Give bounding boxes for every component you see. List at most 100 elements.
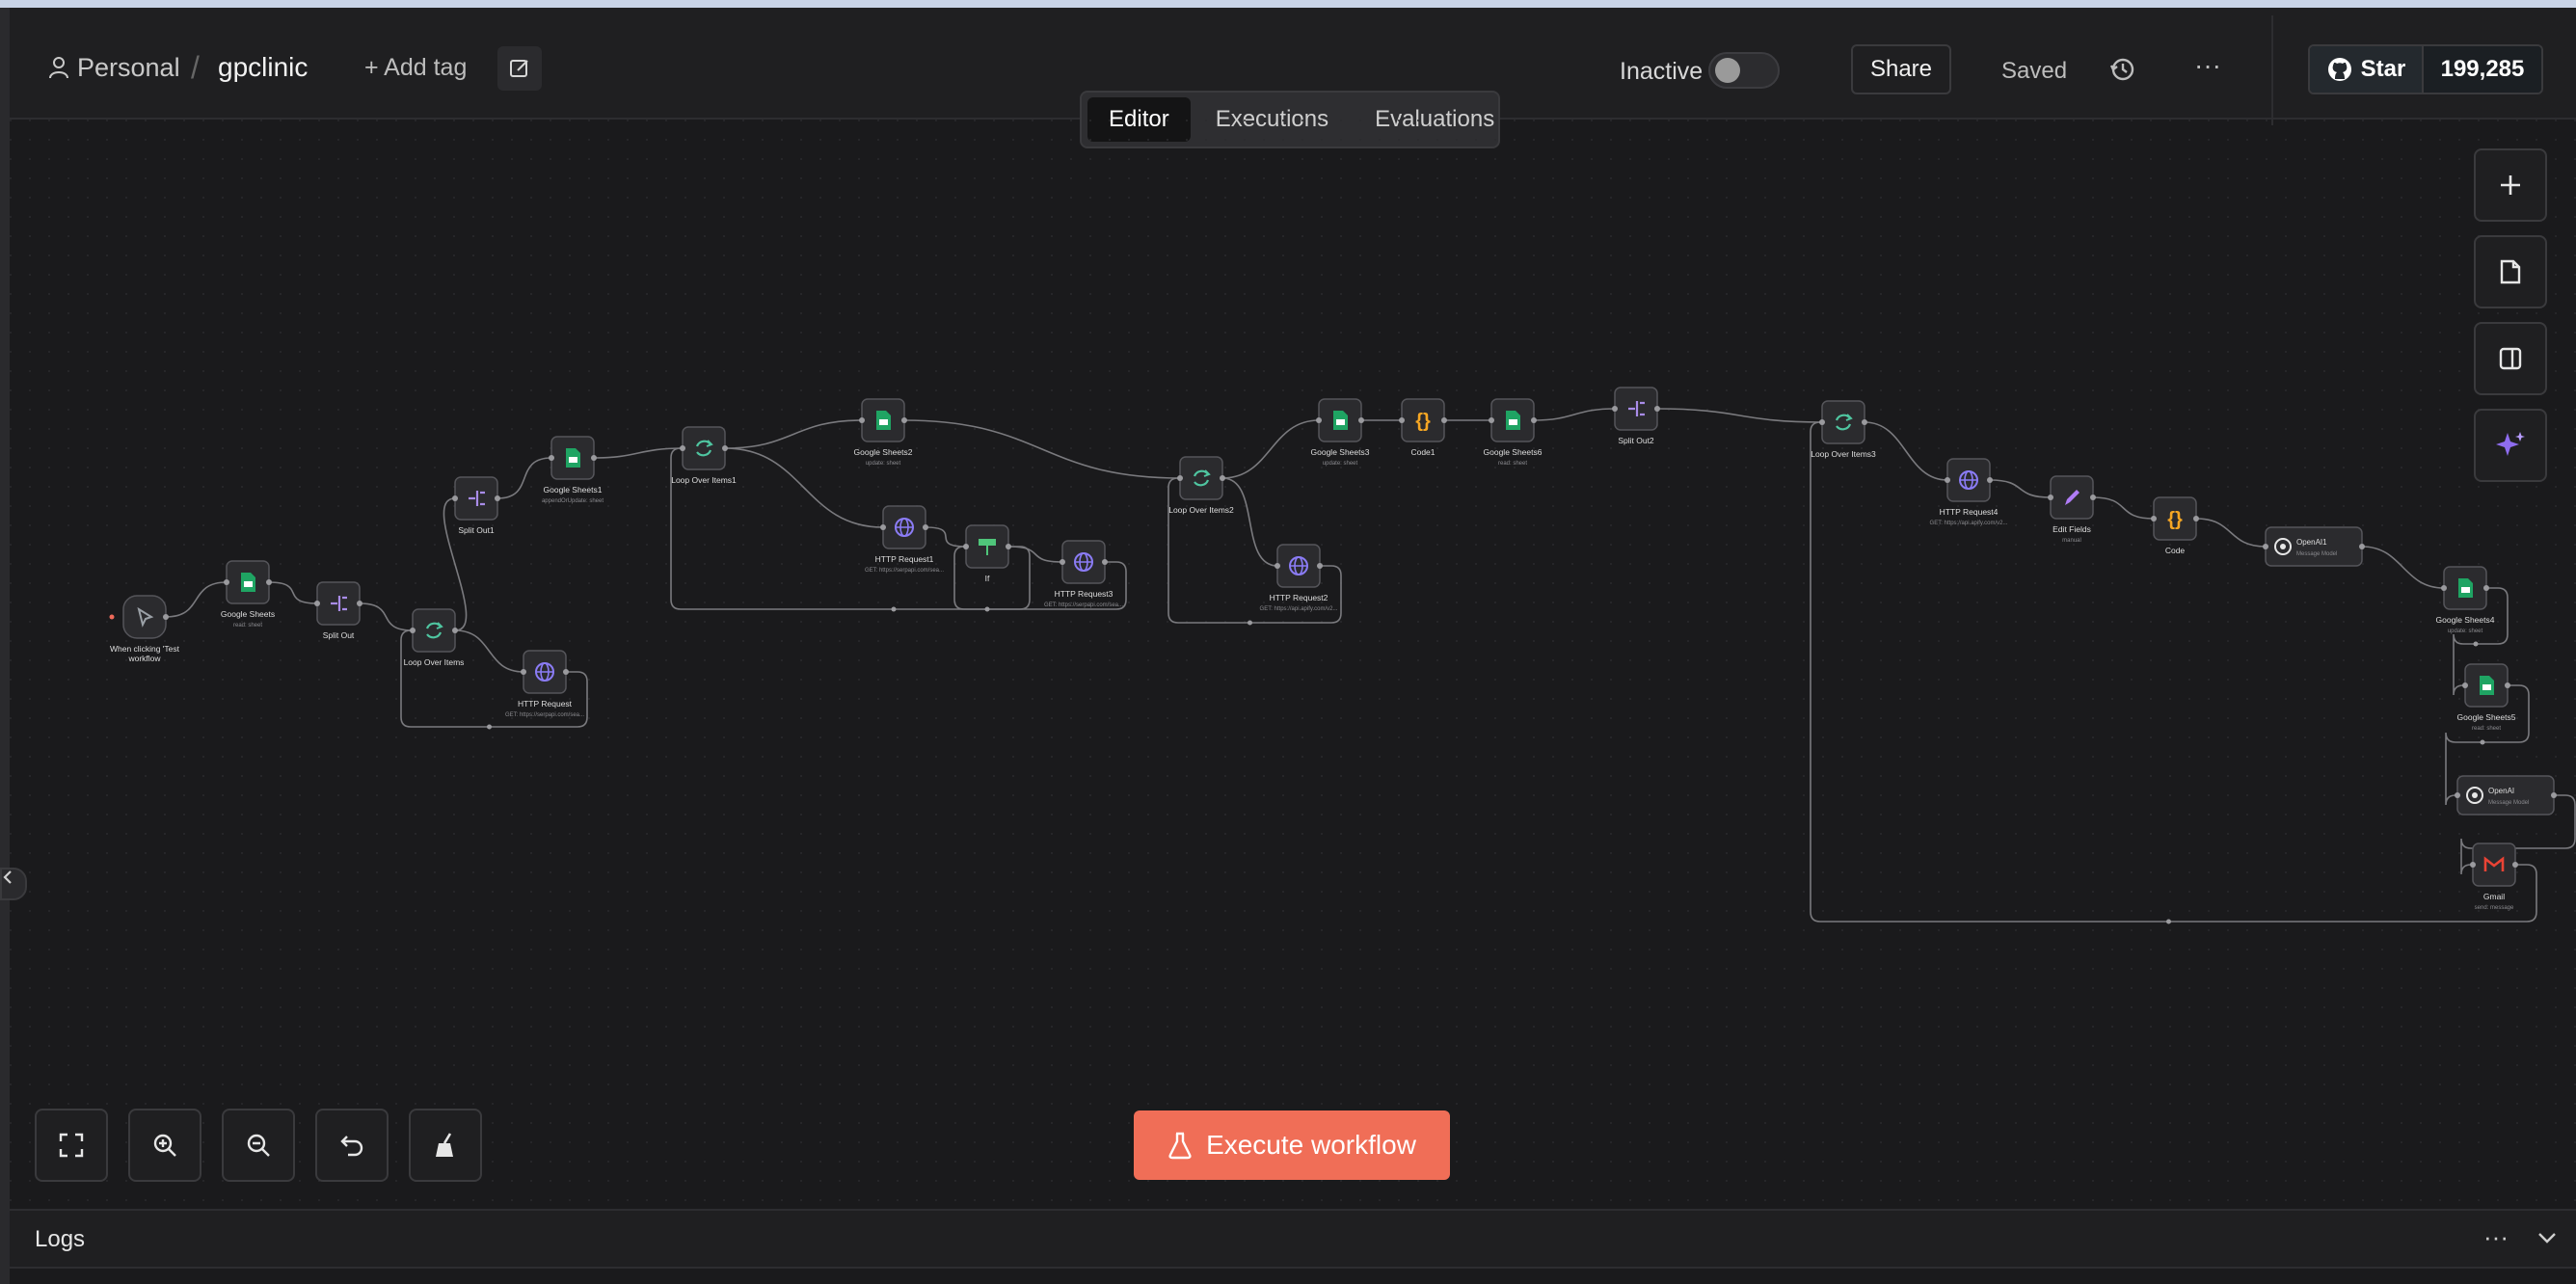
output-handle[interactable] — [266, 579, 272, 585]
undo-button[interactable] — [315, 1109, 389, 1182]
output-handle[interactable] — [2090, 495, 2096, 500]
zoom-in-button[interactable] — [128, 1109, 201, 1182]
input-handle[interactable] — [680, 445, 685, 451]
add-sticky-button[interactable] — [2474, 235, 2547, 308]
edit-description-button[interactable] — [497, 46, 542, 91]
more-options-icon[interactable]: ··· — [2194, 52, 2227, 83]
node-openai[interactable]: OpenAI Message Model — [2455, 775, 2557, 816]
node-box[interactable] — [122, 595, 167, 639]
output-handle[interactable] — [1987, 477, 1993, 483]
toggle-panel-button[interactable] — [2474, 322, 2547, 395]
output-handle[interactable] — [495, 495, 500, 501]
node-gs6[interactable]: Google Sheets6 read: sheet — [1484, 398, 1543, 467]
fit-view-button[interactable] — [35, 1109, 108, 1182]
output-handle[interactable] — [1441, 417, 1447, 423]
input-handle[interactable] — [224, 579, 229, 585]
output-handle[interactable] — [452, 628, 458, 633]
input-handle[interactable] — [410, 628, 416, 633]
edge-midpoint[interactable] — [487, 724, 492, 730]
output-handle[interactable] — [1102, 559, 1108, 565]
collapse-sidebar-button[interactable] — [0, 868, 27, 900]
output-handle[interactable] — [923, 524, 928, 530]
edge-midpoint[interactable] — [984, 606, 990, 612]
output-handle[interactable] — [1862, 419, 1867, 425]
input-handle[interactable] — [452, 495, 458, 501]
input-handle[interactable] — [1612, 406, 1618, 412]
output-handle[interactable] — [2505, 682, 2510, 688]
node-gs4[interactable]: Google Sheets4 update: sheet — [2436, 566, 2495, 634]
node-gs[interactable]: Google Sheets read: sheet — [221, 560, 275, 629]
github-star-widget[interactable]: Star 199,285 — [2308, 44, 2543, 94]
edge-midpoint[interactable] — [891, 606, 897, 612]
node-loop[interactable]: Loop Over Items — [404, 608, 465, 667]
input-handle[interactable] — [2470, 862, 2476, 868]
add-tag-button[interactable]: + Add tag — [364, 48, 467, 87]
node-gs3[interactable]: Google Sheets3 update: sheet — [1311, 398, 1370, 467]
input-handle[interactable] — [314, 601, 320, 606]
node-editfields[interactable]: Edit Fields manual — [2048, 475, 2096, 544]
input-handle[interactable] — [859, 417, 865, 423]
node-splitout1[interactable]: Split Out1 — [452, 476, 500, 535]
github-star-button[interactable]: Star — [2310, 46, 2422, 93]
input-handle[interactable] — [2455, 792, 2460, 798]
add-node-button[interactable] — [2474, 148, 2547, 222]
output-handle[interactable] — [2359, 544, 2365, 549]
node-gs5[interactable]: Google Sheets5 read: sheet — [2457, 663, 2516, 732]
output-handle[interactable] — [357, 601, 362, 606]
input-handle[interactable] — [1489, 417, 1494, 423]
output-handle[interactable] — [591, 455, 597, 461]
input-handle[interactable] — [2151, 516, 2157, 522]
input-handle[interactable] — [2048, 495, 2053, 500]
node-box[interactable] — [682, 426, 726, 470]
edge-midpoint[interactable] — [2166, 919, 2171, 924]
ai-assistant-button[interactable] — [2474, 409, 2547, 482]
workflow-canvas[interactable]: When clicking 'Test workflow Google Sheets… — [0, 120, 2576, 1209]
output-handle[interactable] — [2551, 792, 2557, 798]
input-handle[interactable] — [1945, 477, 1950, 483]
input-handle[interactable] — [1399, 417, 1405, 423]
execute-workflow-button[interactable]: Execute workflow — [1134, 1110, 1450, 1180]
output-handle[interactable] — [563, 669, 569, 675]
input-handle[interactable] — [549, 455, 554, 461]
input-handle[interactable] — [1819, 419, 1825, 425]
input-handle[interactable] — [1316, 417, 1322, 423]
history-icon[interactable] — [2109, 56, 2136, 83]
input-handle[interactable] — [521, 669, 526, 675]
input-handle[interactable] — [2462, 682, 2468, 688]
node-gs2[interactable]: Google Sheets2 update: sheet — [854, 398, 913, 467]
output-handle[interactable] — [2193, 516, 2199, 522]
share-button[interactable]: Share — [1851, 44, 1951, 94]
output-handle[interactable] — [1006, 544, 1011, 549]
input-handle[interactable] — [1060, 559, 1065, 565]
output-handle[interactable] — [163, 614, 169, 620]
workflow-graph[interactable]: When clicking 'Testworkflow Google Sheets… — [10, 120, 2576, 1209]
workflow-name[interactable]: gpclinic — [218, 48, 308, 87]
output-handle[interactable] — [1654, 406, 1660, 412]
output-handle[interactable] — [1358, 417, 1364, 423]
output-handle[interactable] — [1317, 563, 1323, 569]
edge-midpoint[interactable] — [2480, 739, 2485, 745]
output-handle[interactable] — [1531, 417, 1537, 423]
input-handle[interactable] — [2441, 585, 2447, 591]
zoom-out-button[interactable] — [222, 1109, 295, 1182]
logs-more-icon[interactable]: ··· — [2483, 1222, 2509, 1252]
active-toggle[interactable] — [1708, 52, 1780, 89]
tidy-up-button[interactable] — [409, 1109, 482, 1182]
node-box[interactable] — [1821, 400, 1865, 444]
output-handle[interactable] — [2512, 862, 2518, 868]
output-handle[interactable] — [1220, 475, 1225, 481]
edge-midpoint[interactable] — [2473, 641, 2479, 647]
edge-midpoint[interactable] — [1248, 620, 1252, 626]
breadcrumb-project[interactable]: Personal — [77, 48, 180, 87]
output-handle[interactable] — [901, 417, 907, 423]
input-handle[interactable] — [2263, 544, 2268, 549]
node-openai1[interactable]: OpenAI1 Message Model — [2263, 526, 2365, 567]
input-handle[interactable] — [1275, 563, 1280, 569]
input-handle[interactable] — [880, 524, 886, 530]
node-splitout2[interactable]: Split Out2 — [1612, 387, 1660, 445]
logs-panel-bar[interactable]: Logs ··· — [10, 1209, 2576, 1267]
node-box[interactable] — [412, 608, 456, 653]
output-handle[interactable] — [722, 445, 728, 451]
output-handle[interactable] — [2483, 585, 2489, 591]
node-box[interactable] — [1179, 456, 1223, 500]
